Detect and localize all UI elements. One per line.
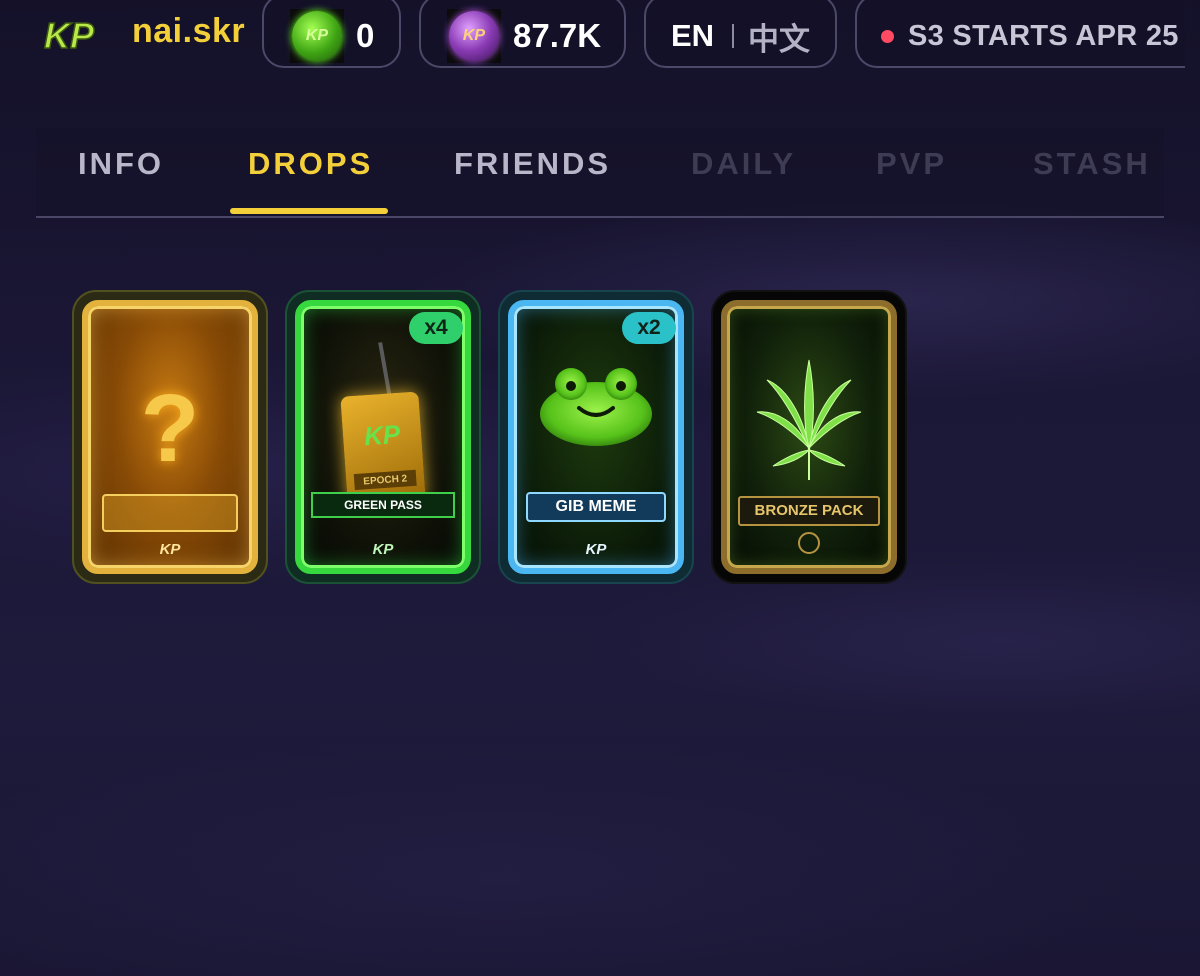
frog-icon [540, 368, 652, 446]
username[interactable]: nai.skr [132, 12, 245, 51]
question-mark-icon: ? [140, 375, 200, 482]
green-token-value: 0 [356, 17, 375, 54]
gib-meme-card[interactable]: x2 GIB MEME KP [498, 290, 694, 584]
tab-daily: DAILY [691, 146, 797, 181]
card-count-badge: x2 [622, 312, 676, 344]
tab-info[interactable]: INFO [78, 146, 164, 182]
card-label: BRONZE PACK [738, 496, 880, 526]
language-option-zh[interactable]: 中文 [748, 14, 810, 59]
live-dot-icon [881, 29, 894, 43]
tab-bar: INFO DROPS FRIENDS DAILY PVP STASH [36, 128, 1164, 218]
pass-tag-icon: KP EPOCH 2 [340, 391, 426, 505]
card-label: GREEN PASS [311, 492, 455, 518]
kp-purple-coin-icon: KP [447, 9, 501, 63]
tab-drops[interactable]: DROPS [248, 146, 373, 182]
bronze-pack-card-art: BRONZE PACK [721, 300, 897, 574]
language-switcher: EN 中文 [644, 0, 837, 68]
language-divider [732, 24, 735, 48]
green-pass-card[interactable]: x4 KP EPOCH 2 GREEN PASS KP [285, 290, 481, 584]
season-banner[interactable]: S3 STARTS APR 25 [855, 0, 1185, 68]
tab-friends[interactable]: FRIENDS [454, 146, 611, 182]
tab-pvp: PVP [876, 146, 948, 181]
kp-green-coin-icon: KP [290, 9, 344, 63]
tab-stash: STASH [1033, 146, 1151, 181]
bronze-pack-card[interactable]: BRONZE PACK [711, 290, 907, 584]
purple-token-value: 87.7K [513, 17, 602, 54]
lanyard-strap [378, 342, 392, 398]
card-kp-emblem: KP [159, 541, 181, 558]
pass-tag-epoch: EPOCH 2 [353, 469, 417, 491]
crosshair-icon [798, 532, 820, 554]
svg-text:KP: KP [44, 15, 95, 56]
season-banner-text: S3 STARTS APR 25 [908, 19, 1179, 52]
language-option-en[interactable]: EN [671, 18, 714, 54]
card-kp-emblem: KP [372, 541, 394, 558]
green-token-balance[interactable]: KP 0 [262, 0, 401, 68]
mystery-card-plate [102, 494, 238, 532]
card-count-badge: x4 [409, 312, 463, 344]
pass-tag-brand: KP [363, 418, 402, 452]
mystery-card-art: ? KP [82, 300, 258, 574]
active-tab-indicator [230, 208, 388, 214]
card-label: GIB MEME [526, 492, 666, 522]
purple-token-balance[interactable]: KP 87.7K [419, 0, 626, 68]
leaf-icon [756, 359, 862, 480]
mystery-card[interactable]: ? KP [72, 290, 268, 584]
card-kp-emblem: KP [585, 541, 607, 558]
kp-logo[interactable]: KP [40, 10, 102, 58]
top-bar: KP nai.skr KP 0 KP 87.7K EN 中文 S3 STARTS… [0, 0, 1200, 74]
